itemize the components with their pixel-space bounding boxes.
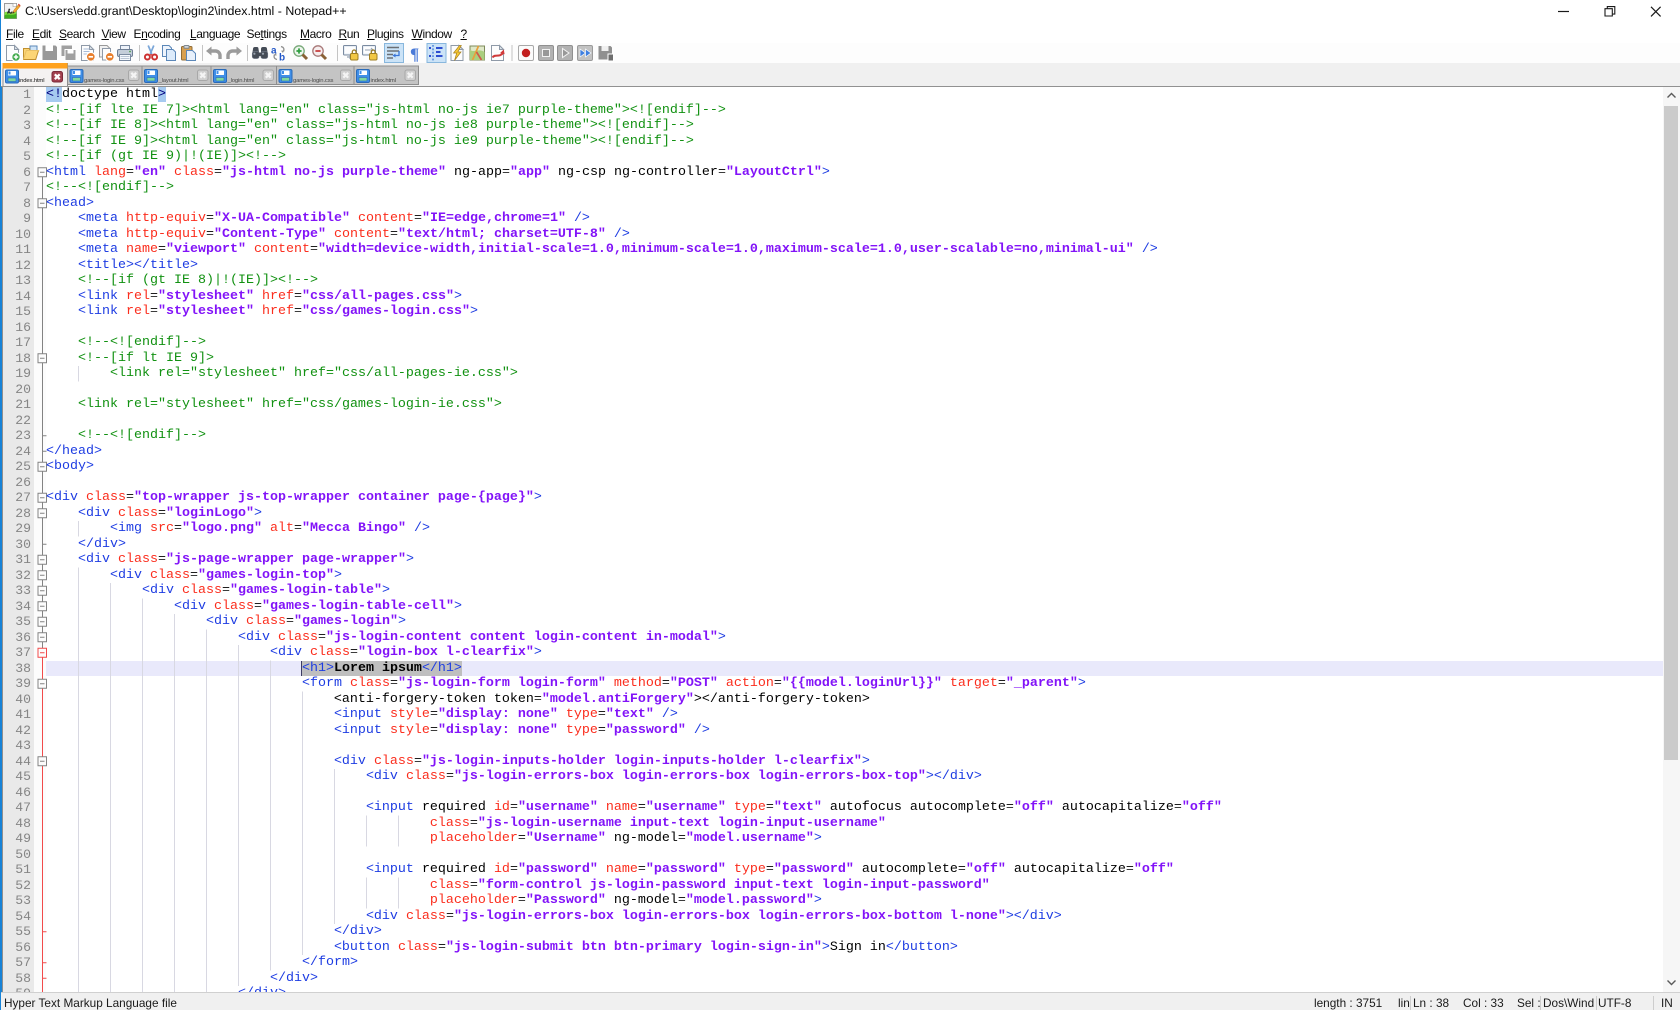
svg-text:index.html: index.html	[371, 78, 396, 84]
svg-text:¶: ¶	[410, 45, 419, 64]
svg-text:index.html: index.html	[19, 78, 44, 84]
svg-text:games-login.css: games-login.css	[293, 78, 334, 84]
svg-text:b: b	[279, 53, 285, 64]
svg-text:_layout.html: _layout.html	[158, 78, 189, 84]
svg-text:_login.html: _login.html	[227, 78, 255, 84]
svg-text:games-login.css: games-login.css	[84, 78, 125, 84]
